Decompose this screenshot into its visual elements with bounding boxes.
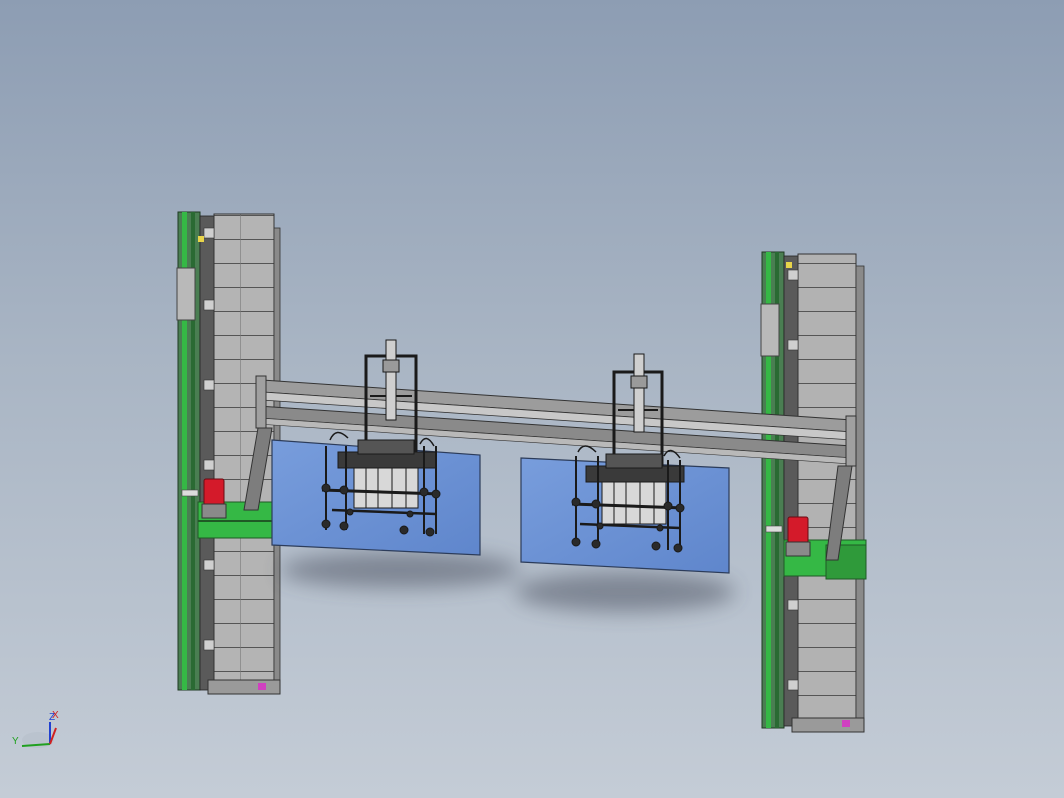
cad-viewport[interactable]: Z X Y xyxy=(0,0,1064,798)
triad-y-label: Y xyxy=(12,736,19,747)
right-motor[interactable] xyxy=(785,516,811,557)
left-motor[interactable] xyxy=(201,478,227,519)
triad-x-label: X xyxy=(52,710,59,721)
orientation-triad[interactable]: Z X Y xyxy=(12,710,59,748)
right-column[interactable] xyxy=(760,251,867,733)
